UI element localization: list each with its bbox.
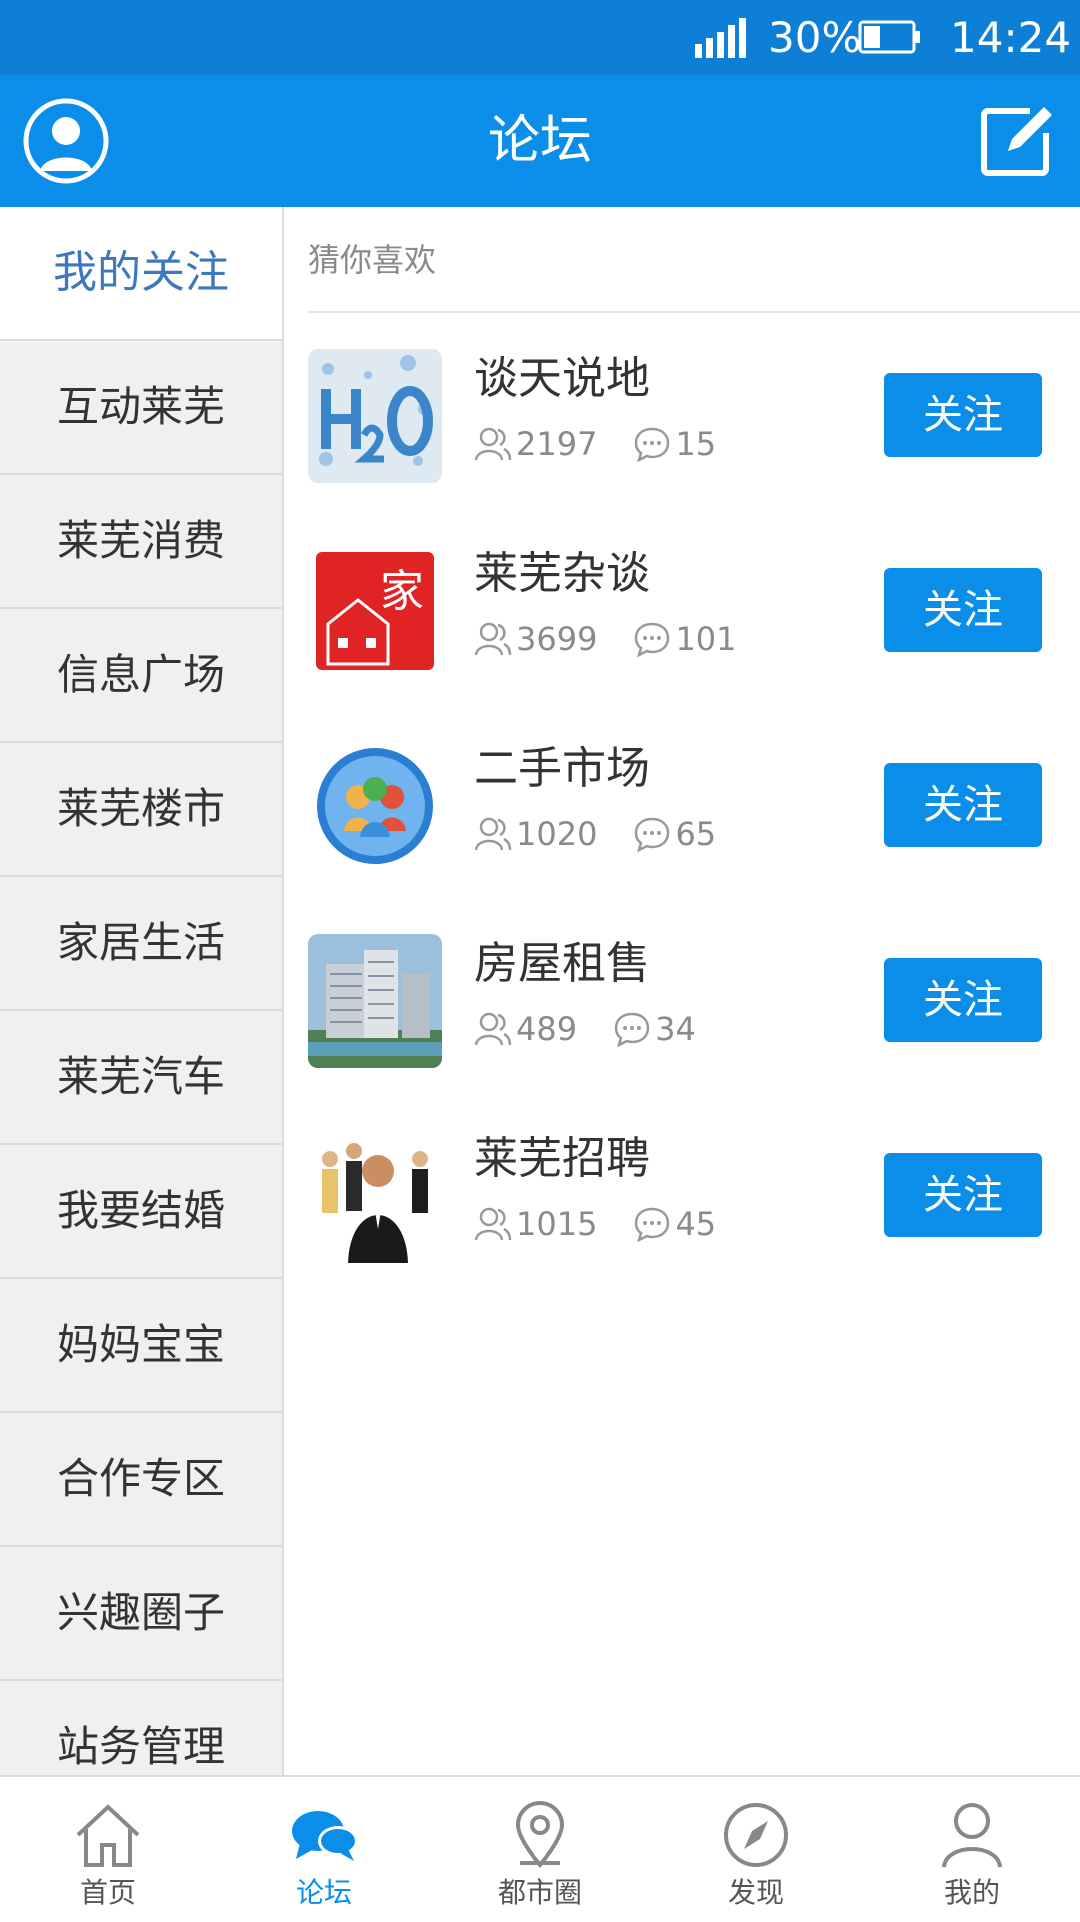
forum-name: 谈天说地 (474, 353, 650, 404)
member-count: 1015 (516, 1205, 598, 1243)
forum-row[interactable]: 二手市场 1020 65 关注 (284, 733, 1080, 873)
forum-stats: 489 34 (474, 1004, 732, 1054)
forum-thumbnail (308, 1129, 442, 1263)
comment-icon (635, 622, 670, 657)
sidebar-item[interactable]: 我要结婚 (0, 1145, 282, 1279)
members-icon (474, 1207, 512, 1241)
sidebar-item-my-follows[interactable]: 我的关注 (0, 207, 282, 341)
sidebar-item[interactable]: 妈妈宝宝 (0, 1279, 282, 1413)
sidebar-item[interactable]: 合作专区 (0, 1413, 282, 1547)
forum-thumbnail (308, 934, 442, 1068)
member-count: 1020 (516, 815, 598, 853)
sidebar-item[interactable]: 信息广场 (0, 609, 282, 743)
person-icon (942, 1803, 1002, 1868)
members-icon (474, 622, 512, 656)
post-count: 15 (675, 425, 717, 463)
compass-icon (724, 1803, 788, 1867)
tab-forum[interactable]: 论坛 (216, 1777, 432, 1922)
members-icon (474, 427, 512, 461)
page-title: 论坛 (487, 111, 592, 171)
member-count: 3699 (516, 620, 598, 658)
follow-button[interactable]: 关注 (884, 373, 1042, 457)
members-icon (474, 1012, 512, 1046)
signal-icon (695, 18, 746, 58)
post-count: 101 (675, 620, 737, 658)
forum-row[interactable]: 家 莱芜杂谈 3699 101 关注 (284, 538, 1080, 678)
tab-label: 我的 (943, 1876, 1000, 1909)
post-count: 34 (655, 1010, 696, 1048)
sidebar-item[interactable]: 莱芜汽车 (0, 1011, 282, 1145)
forum-stats: 1020 65 (474, 809, 752, 859)
forum-stats: 2197 15 (474, 419, 752, 469)
forum-name: 二手市场 (474, 743, 650, 794)
tab-city-circle[interactable]: 都市圈 (432, 1777, 648, 1922)
post-count: 65 (675, 815, 717, 853)
status-bar: 30% 14:24 (0, 0, 1080, 75)
chat-bubble-icon (292, 1811, 358, 1861)
follow-button[interactable]: 关注 (884, 1153, 1042, 1237)
comment-icon (635, 817, 670, 852)
sidebar-item[interactable]: 互动莱芜 (0, 341, 282, 475)
forum-name: 莱芜杂谈 (474, 548, 650, 599)
bottom-tab-bar: 首页 论坛 都市圈 发现 我的 (0, 1775, 1080, 1922)
svg-text:家: 家 (380, 566, 424, 617)
sidebar-item[interactable]: 站务管理 (0, 1681, 282, 1775)
forum-stats: 3699 101 (474, 614, 773, 664)
follow-button[interactable]: 关注 (884, 763, 1042, 847)
tab-label: 论坛 (295, 1876, 352, 1909)
tab-discover[interactable]: 发现 (648, 1777, 864, 1922)
sidebar-item[interactable]: 家居生活 (0, 877, 282, 1011)
follow-button[interactable]: 关注 (884, 568, 1042, 652)
forum-name: 莱芜招聘 (474, 1133, 650, 1184)
forum-row[interactable]: 谈天说地 2197 15 关注 (284, 343, 1080, 483)
battery-percent: 30% (768, 13, 862, 62)
tab-label: 发现 (727, 1876, 784, 1909)
category-sidebar: 我的关注 互动莱芜 莱芜消费 信息广场 莱芜楼市 家居生活 莱芜汽车 我要结婚 … (0, 207, 284, 1775)
sidebar-item[interactable]: 莱芜消费 (0, 475, 282, 609)
app-header: 论坛 (0, 75, 1080, 207)
forum-thumbnail: 家 (308, 544, 442, 678)
member-count: 2197 (516, 425, 598, 463)
comment-icon (635, 427, 670, 462)
comment-icon (614, 1012, 650, 1047)
member-count: 489 (516, 1010, 578, 1048)
forum-row[interactable]: 房屋租售 489 34 关注 (284, 928, 1080, 1068)
follow-button[interactable]: 关注 (884, 958, 1042, 1042)
tab-home[interactable]: 首页 (0, 1777, 216, 1922)
forum-thumbnail (308, 349, 442, 483)
comment-icon (635, 1207, 670, 1242)
location-pin-icon (515, 1801, 565, 1869)
members-icon (474, 817, 512, 851)
sidebar-item[interactable]: 兴趣圈子 (0, 1547, 282, 1681)
battery-icon (858, 20, 920, 54)
compose-icon[interactable] (978, 103, 1054, 179)
forum-name: 房屋租售 (474, 938, 650, 989)
sidebar-item[interactable]: 莱芜楼市 (0, 743, 282, 877)
post-count: 45 (675, 1205, 717, 1243)
forum-row[interactable]: 莱芜招聘 1015 45 关注 (284, 1123, 1080, 1263)
forum-list: 猜你喜欢 谈天说地 2197 15 关注 家 莱芜杂谈 3699 101 关注 … (284, 207, 1080, 1775)
tab-label: 首页 (79, 1876, 136, 1909)
tab-mine[interactable]: 我的 (864, 1777, 1080, 1922)
section-label: 猜你喜欢 (308, 207, 1080, 313)
forum-thumbnail (308, 739, 442, 873)
home-icon (76, 1804, 140, 1867)
tab-label: 都市圈 (497, 1876, 582, 1909)
clock: 14:24 (950, 13, 1072, 62)
forum-stats: 1015 45 (474, 1199, 752, 1249)
